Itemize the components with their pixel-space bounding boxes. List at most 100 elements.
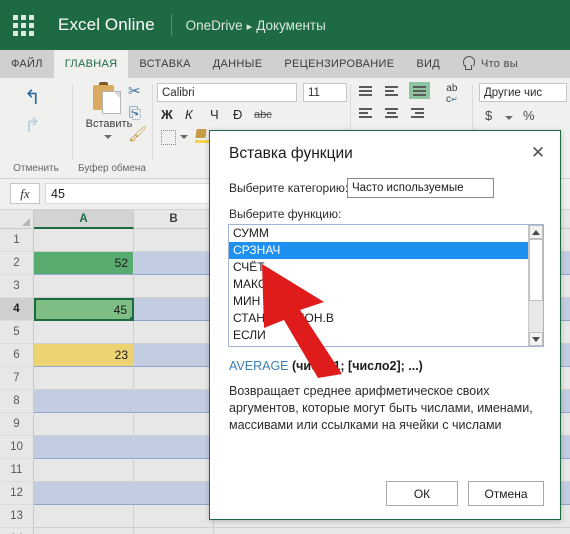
- borders-chevron-down-icon[interactable]: [180, 135, 188, 139]
- cell-B6[interactable]: [134, 344, 214, 367]
- row-header-3[interactable]: 3: [0, 275, 34, 298]
- cell-A2[interactable]: 52: [34, 252, 134, 275]
- cell-A10[interactable]: [34, 436, 134, 459]
- tell-me-box[interactable]: Что вы: [475, 50, 529, 78]
- column-header-b[interactable]: B: [134, 210, 214, 229]
- function-item-5[interactable]: СТАНДОТКЛОН.В: [229, 310, 543, 327]
- tab-view[interactable]: ВИД: [405, 50, 451, 78]
- cell-B7[interactable]: [134, 367, 214, 390]
- cell-A7[interactable]: [34, 367, 134, 390]
- cell-A1[interactable]: [34, 229, 134, 252]
- copy-icon[interactable]: ⎘: [129, 106, 141, 121]
- currency-chevron-down-icon[interactable]: [505, 116, 513, 120]
- scrollbar-track[interactable]: [529, 301, 543, 333]
- function-item-3[interactable]: МАКС: [229, 276, 543, 293]
- cell-B12[interactable]: [134, 482, 214, 505]
- redo-button[interactable]: ↱: [24, 116, 41, 136]
- underline-button[interactable]: Ч: [210, 108, 219, 121]
- function-item-2[interactable]: СЧЁТ: [229, 259, 543, 276]
- cut-icon[interactable]: ✂: [128, 84, 141, 99]
- cell-B1[interactable]: [134, 229, 214, 252]
- cell-B10[interactable]: [134, 436, 214, 459]
- cell-A9[interactable]: [34, 413, 134, 436]
- insert-function-icon[interactable]: fx: [10, 183, 40, 204]
- align-center-button[interactable]: [383, 106, 400, 119]
- row-header-10[interactable]: 10: [0, 436, 34, 459]
- row-header-6[interactable]: 6: [0, 344, 34, 367]
- row-header-8[interactable]: 8: [0, 390, 34, 413]
- cell-A5[interactable]: [34, 321, 134, 344]
- cell-A13[interactable]: [34, 505, 134, 528]
- cell-row-14-rest[interactable]: [214, 528, 570, 534]
- italic-button[interactable]: К: [185, 108, 193, 121]
- align-right-button[interactable]: [409, 106, 426, 119]
- strikethrough-button[interactable]: abc: [254, 110, 272, 121]
- row-header-4[interactable]: 4: [0, 298, 34, 321]
- number-format-select[interactable]: Другие чис: [479, 83, 567, 102]
- function-item-4[interactable]: МИН: [229, 293, 543, 310]
- double-underline-button[interactable]: Ð: [233, 108, 242, 121]
- paste-icon[interactable]: [93, 82, 123, 114]
- function-item-0[interactable]: СУММ: [229, 225, 543, 242]
- row-header-14[interactable]: 14: [0, 528, 34, 534]
- cell-A3[interactable]: [34, 275, 134, 298]
- cell-B13[interactable]: [134, 505, 214, 528]
- ok-button[interactable]: ОК: [386, 481, 458, 506]
- cell-B8[interactable]: [134, 390, 214, 413]
- cell-A12[interactable]: [34, 482, 134, 505]
- tab-review[interactable]: РЕЦЕНЗИРОВАНИЕ: [273, 50, 405, 78]
- bold-button[interactable]: Ж: [161, 108, 173, 121]
- scrollbar-thumb[interactable]: [529, 239, 543, 301]
- tab-home[interactable]: ГЛАВНАЯ: [53, 50, 129, 78]
- app-launcher-icon[interactable]: [12, 14, 34, 36]
- function-item-1[interactable]: СРЗНАЧ: [229, 242, 543, 259]
- cell-B4[interactable]: [134, 298, 214, 321]
- row-header-12[interactable]: 12: [0, 482, 34, 505]
- align-middle-button[interactable]: [383, 84, 400, 97]
- row-header-2[interactable]: 2: [0, 252, 34, 275]
- cancel-button[interactable]: Отмена: [468, 481, 544, 506]
- breadcrumb-current[interactable]: Документы: [256, 18, 326, 33]
- font-size-input[interactable]: 11: [303, 83, 347, 102]
- category-select[interactable]: Часто используемые: [347, 178, 494, 198]
- row-header-5[interactable]: 5: [0, 321, 34, 344]
- borders-icon[interactable]: [161, 130, 176, 145]
- wrap-text-icon[interactable]: ab c↵: [446, 83, 458, 105]
- column-header-a[interactable]: A: [34, 210, 134, 229]
- breadcrumb-root[interactable]: OneDrive: [186, 18, 243, 33]
- align-left-button[interactable]: [357, 106, 374, 119]
- cell-B14[interactable]: [134, 528, 214, 534]
- cell-A14[interactable]: [34, 528, 134, 534]
- close-icon[interactable]: ✕: [526, 141, 550, 165]
- cell-B3[interactable]: [134, 275, 214, 298]
- cell-A4[interactable]: 45: [34, 298, 135, 322]
- cell-B2[interactable]: [134, 252, 214, 275]
- cell-B9[interactable]: [134, 413, 214, 436]
- row-header-1[interactable]: 1: [0, 229, 34, 252]
- tab-insert[interactable]: ВСТАВКА: [128, 50, 201, 78]
- function-item-6[interactable]: ЕСЛИ: [229, 327, 543, 344]
- percent-format-icon[interactable]: %: [523, 108, 535, 123]
- listbox-scrollbar[interactable]: [528, 225, 543, 346]
- function-listbox[interactable]: СУММ СРЗНАЧ СЧЁТ МАКС МИН СТАНДОТКЛОН.В ЕСЛИ: [228, 224, 544, 347]
- undo-button[interactable]: ↰: [24, 88, 41, 108]
- font-name-input[interactable]: Calibri: [157, 83, 297, 102]
- tab-data[interactable]: ДАННЫЕ: [202, 50, 274, 78]
- cell-A6[interactable]: 23: [34, 344, 134, 367]
- format-painter-icon[interactable]: 🖌: [128, 127, 147, 142]
- row-header-11[interactable]: 11: [0, 459, 34, 482]
- tab-file[interactable]: ФАЙЛ: [0, 50, 54, 78]
- cell-A11[interactable]: [34, 459, 134, 482]
- cell-A8[interactable]: [34, 390, 134, 413]
- cell-B11[interactable]: [134, 459, 214, 482]
- align-bottom-button[interactable]: [409, 82, 430, 99]
- currency-format-icon[interactable]: $: [485, 108, 492, 123]
- scroll-up-icon[interactable]: [529, 225, 543, 239]
- select-all-corner[interactable]: [0, 210, 34, 229]
- row-header-7[interactable]: 7: [0, 367, 34, 390]
- scroll-down-icon[interactable]: [529, 332, 543, 346]
- row-header-9[interactable]: 9: [0, 413, 34, 436]
- cell-B5[interactable]: [134, 321, 214, 344]
- align-top-button[interactable]: [357, 84, 374, 97]
- row-header-13[interactable]: 13: [0, 505, 34, 528]
